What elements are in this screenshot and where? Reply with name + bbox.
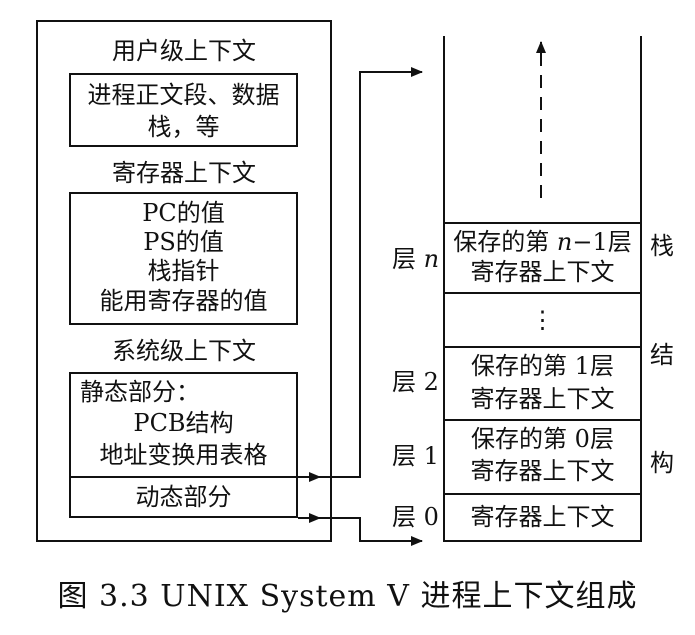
dynamic-to-stack-arrow [298,517,423,546]
static-to-stack-arrow [298,67,423,478]
connector-arrows [298,41,546,546]
figure-caption: 图 3.3 UNIX System V 进程上下文组成 [57,579,638,614]
